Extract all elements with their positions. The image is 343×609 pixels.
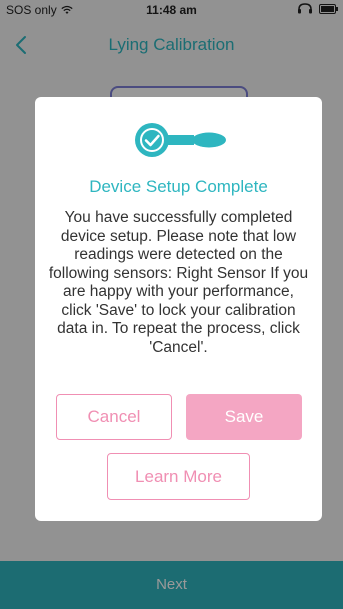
dialog-title: Device Setup Complete — [89, 177, 268, 196]
learn-more-button[interactable]: Learn More — [107, 453, 250, 500]
cancel-button[interactable]: Cancel — [56, 394, 172, 440]
app-screen: SOS only 11:48 am Lying Calibration Next… — [0, 0, 343, 609]
dialog-message: You have successfully completed device s… — [48, 209, 309, 356]
learn-more-button-label: Learn More — [135, 466, 222, 486]
save-button-label: Save — [224, 407, 264, 426]
cancel-button-label: Cancel — [87, 407, 141, 426]
save-button[interactable]: Save — [186, 394, 302, 440]
device-check-icon — [132, 121, 228, 159]
setup-complete-dialog: Device Setup Complete You have successfu… — [35, 97, 322, 521]
